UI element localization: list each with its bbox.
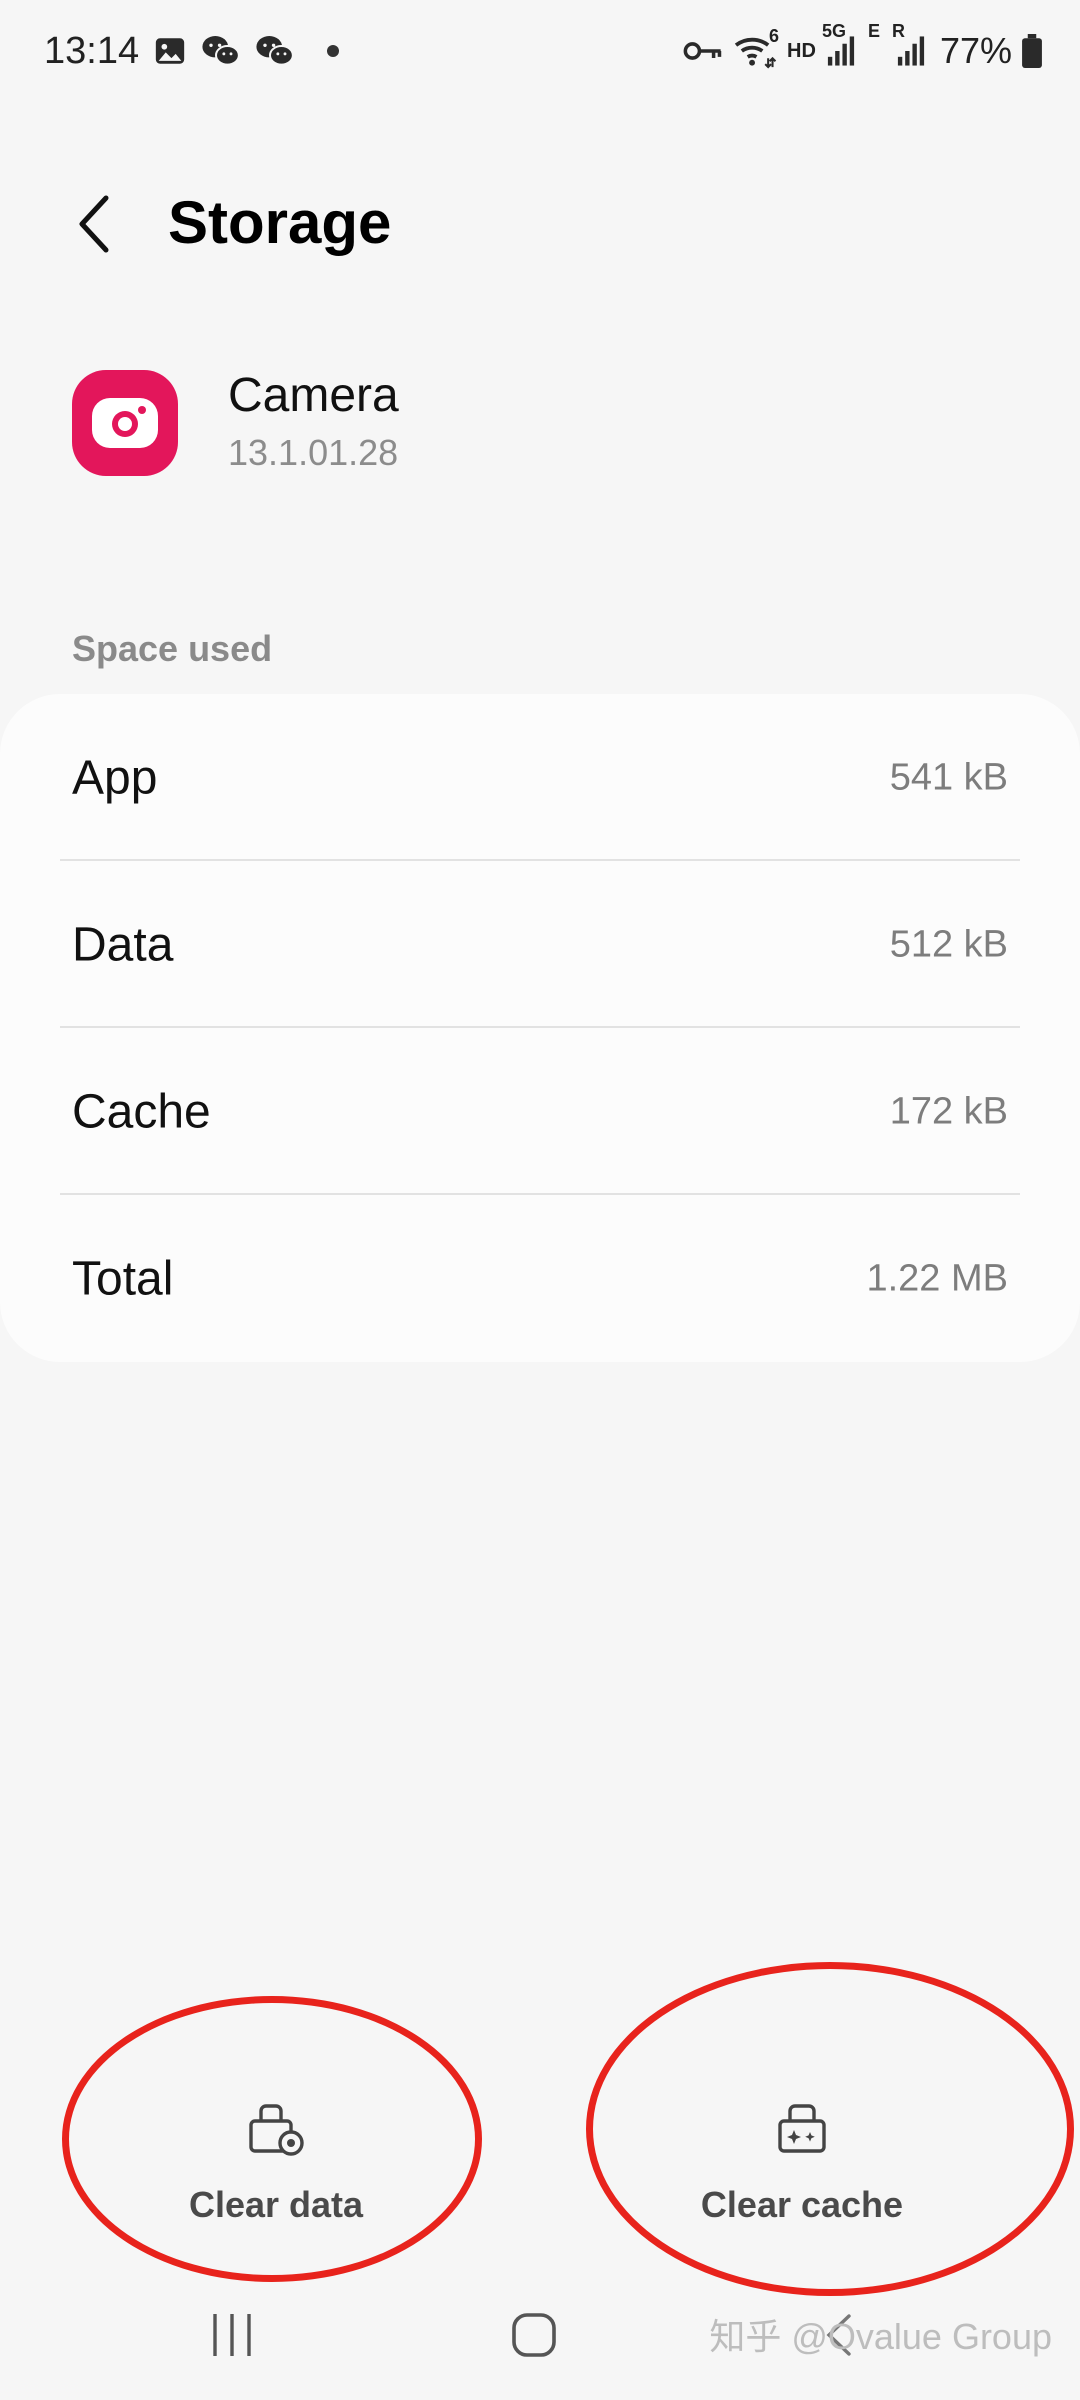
status-time: 13:14 <box>44 29 140 72</box>
app-name: Camera <box>228 369 399 422</box>
wifi-6-icon: 6 <box>733 26 779 70</box>
clear-cache-icon <box>767 2094 837 2164</box>
r-label: R <box>891 21 905 41</box>
back-button[interactable] <box>54 184 134 264</box>
battery-icon <box>1022 34 1042 68</box>
wifi-badge: 6 <box>769 26 780 46</box>
row-value: 512 kB <box>889 923 1008 965</box>
5g-label: 5G <box>821 21 846 41</box>
clear-cache-label: Clear cache <box>700 2184 904 2225</box>
home-button[interactable] <box>474 2290 594 2380</box>
recents-icon <box>213 2314 251 2356</box>
status-bar: 13:14 6 HD 5G E R 77% <box>0 0 1080 100</box>
battery-percent: 77% <box>939 30 1012 71</box>
5g-signal-icon: 5G <box>822 21 856 67</box>
recents-button[interactable] <box>172 2290 292 2380</box>
clear-cache-button[interactable]: Clear cache <box>622 2080 982 2240</box>
hd-label: HD <box>787 39 816 62</box>
row-value: 1.22 MB <box>866 1257 1008 1299</box>
vpn-key-icon <box>683 39 723 63</box>
e-signal-icon: E <box>866 21 886 67</box>
row-label: App <box>72 751 158 804</box>
chevron-left-icon <box>79 195 109 253</box>
r-signal-icon: R <box>892 21 926 67</box>
app-bar: Storage <box>0 170 1080 280</box>
storage-row-data: Data 512 kB <box>0 861 1080 1028</box>
wechat-icon <box>255 33 295 69</box>
clear-data-button[interactable]: Clear data <box>96 2080 456 2240</box>
gallery-icon <box>153 34 187 68</box>
status-right: 6 HD 5G E R 77% <box>683 21 1042 78</box>
storage-row-cache: Cache 172 kB <box>0 1028 1080 1195</box>
row-value: 172 kB <box>889 1090 1008 1132</box>
app-version: 13.1.01.28 <box>228 432 399 473</box>
bottom-actions: Clear data Clear cache <box>0 2080 1080 2240</box>
home-icon <box>512 2313 556 2357</box>
storage-row-total: Total 1.22 MB <box>0 1195 1080 1362</box>
storage-row-app: App 541 kB <box>0 694 1080 861</box>
storage-card: App 541 kB Data 512 kB Cache 172 kB Tota… <box>0 694 1080 1362</box>
wechat-icon <box>201 33 241 69</box>
watermark: 知乎 @Ovalue Group <box>709 2316 1052 2357</box>
row-label: Data <box>72 918 174 971</box>
section-label-space-used: Space used <box>72 628 273 669</box>
clear-data-label: Clear data <box>188 2184 364 2225</box>
camera-icon <box>72 370 178 476</box>
row-label: Cache <box>72 1085 211 1138</box>
row-value: 541 kB <box>889 756 1008 798</box>
row-label: Total <box>72 1252 174 1305</box>
page-title: Storage <box>168 189 392 256</box>
app-info: Camera 13.1.01.28 <box>0 360 1080 500</box>
notification-dot-icon <box>327 45 340 57</box>
e-label: E <box>867 21 880 41</box>
status-left: 13:14 <box>44 24 340 78</box>
clear-data-icon <box>241 2094 311 2164</box>
